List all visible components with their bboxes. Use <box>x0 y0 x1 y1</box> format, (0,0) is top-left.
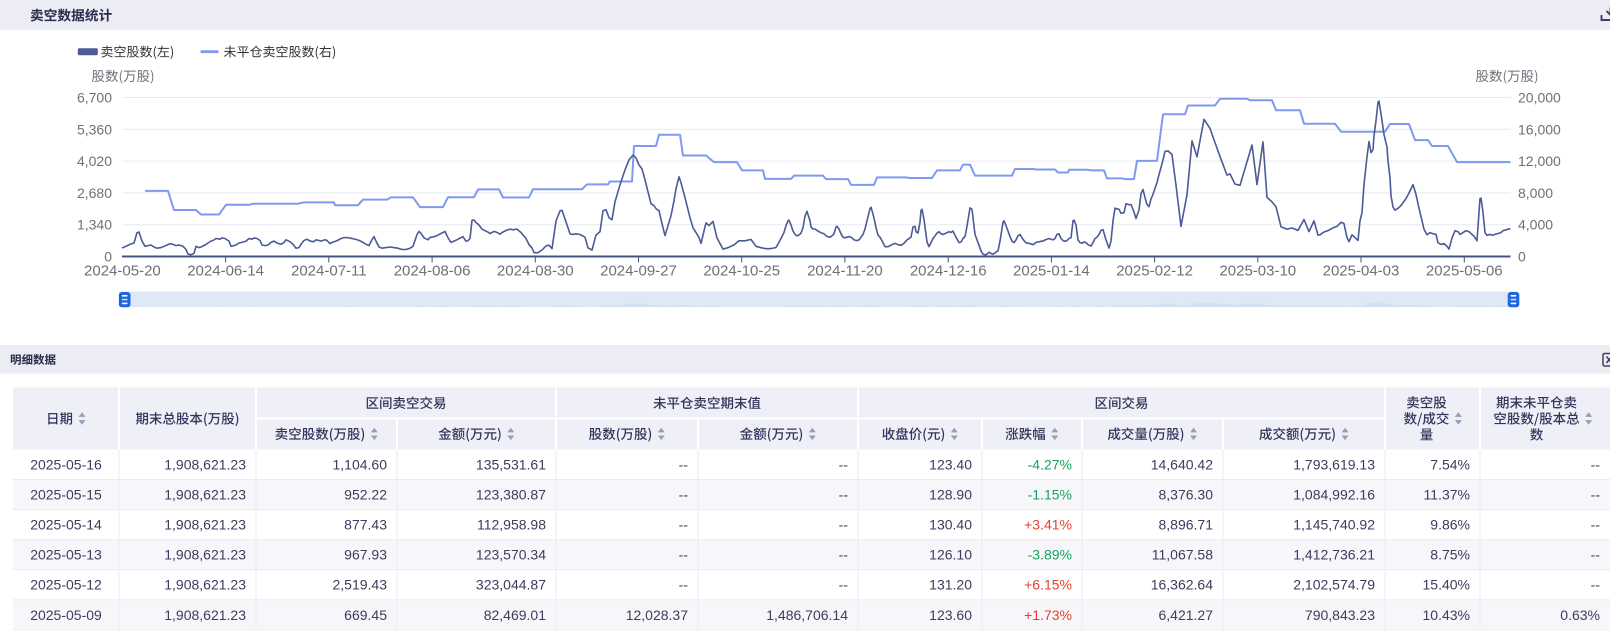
svg-text:9.86%: 9.86% <box>1430 517 1470 533</box>
svg-text:15.40%: 15.40% <box>1423 577 1470 593</box>
svg-text:1,340: 1,340 <box>77 217 112 233</box>
svg-text:1,104.60: 1,104.60 <box>333 456 388 472</box>
svg-text:14,640.42: 14,640.42 <box>1151 456 1213 472</box>
svg-text:20,000: 20,000 <box>1518 90 1561 106</box>
svg-text:0.63%: 0.63% <box>1560 607 1600 623</box>
svg-text:7.54%: 7.54% <box>1430 456 1470 472</box>
svg-text:2025-05-09: 2025-05-09 <box>30 607 102 623</box>
svg-text:1,412,736.21: 1,412,736.21 <box>1293 547 1375 563</box>
svg-text:2025-01-14: 2025-01-14 <box>1013 263 1090 280</box>
svg-text:--: -- <box>839 487 849 503</box>
svg-text:2024-11-20: 2024-11-20 <box>807 263 883 280</box>
svg-text:2025-05-15: 2025-05-15 <box>30 487 102 503</box>
svg-text:--: -- <box>679 547 689 563</box>
svg-text:8.75%: 8.75% <box>1430 547 1470 563</box>
svg-text:1,084,992.16: 1,084,992.16 <box>1293 487 1375 503</box>
svg-text:2024-05-20: 2024-05-20 <box>84 263 161 280</box>
svg-text:+1.73%: +1.73% <box>1024 607 1072 623</box>
svg-text:--: -- <box>839 577 849 593</box>
svg-text:877.43: 877.43 <box>344 517 387 533</box>
svg-text:--: -- <box>1591 547 1601 563</box>
svg-text:1,908,621.23: 1,908,621.23 <box>164 547 246 563</box>
svg-text:0: 0 <box>1518 249 1526 265</box>
svg-text:131.20: 131.20 <box>929 577 972 593</box>
svg-text:5,360: 5,360 <box>77 121 112 137</box>
svg-text:1,793,619.13: 1,793,619.13 <box>1293 456 1375 472</box>
svg-text:--: -- <box>1591 456 1601 472</box>
svg-text:952.22: 952.22 <box>344 487 387 503</box>
svg-text:135,531.61: 135,531.61 <box>476 456 546 472</box>
svg-text:2024-09-27: 2024-09-27 <box>600 263 677 280</box>
svg-text:2,680: 2,680 <box>77 185 112 201</box>
svg-text:130.40: 130.40 <box>929 517 972 533</box>
svg-text:123.40: 123.40 <box>929 456 972 472</box>
svg-text:2,102,574.79: 2,102,574.79 <box>1293 577 1375 593</box>
svg-text:10.43%: 10.43% <box>1423 607 1470 623</box>
svg-text:123,570.34: 123,570.34 <box>476 547 546 563</box>
svg-text:--: -- <box>679 577 689 593</box>
svg-text:--: -- <box>1591 517 1601 533</box>
svg-text:126.10: 126.10 <box>929 547 972 563</box>
svg-text:2024-06-14: 2024-06-14 <box>187 263 264 280</box>
svg-text:967.93: 967.93 <box>344 547 387 563</box>
svg-text:790,843.23: 790,843.23 <box>1305 607 1375 623</box>
svg-text:2025-04-03: 2025-04-03 <box>1323 263 1400 280</box>
svg-text:82,469.01: 82,469.01 <box>484 607 546 623</box>
svg-text:2025-05-16: 2025-05-16 <box>30 456 102 472</box>
svg-text:6,700: 6,700 <box>77 90 112 106</box>
svg-text:2025-05-14: 2025-05-14 <box>30 517 102 533</box>
svg-text:2025-02-12: 2025-02-12 <box>1116 263 1193 280</box>
svg-text:323,044.87: 323,044.87 <box>476 577 546 593</box>
svg-text:2024-07-11: 2024-07-11 <box>291 263 367 280</box>
svg-text:4,020: 4,020 <box>77 153 112 169</box>
svg-text:--: -- <box>839 547 849 563</box>
svg-text:--: -- <box>679 456 689 472</box>
svg-text:2025-05-12: 2025-05-12 <box>30 577 102 593</box>
svg-text:-3.89%: -3.89% <box>1028 547 1072 563</box>
svg-text:2024-08-30: 2024-08-30 <box>497 263 574 280</box>
svg-text:2024-12-16: 2024-12-16 <box>910 263 987 280</box>
svg-text:12,000: 12,000 <box>1518 153 1561 169</box>
svg-text:1,908,621.23: 1,908,621.23 <box>164 577 246 593</box>
svg-text:2024-08-06: 2024-08-06 <box>394 263 471 280</box>
svg-text:+3.41%: +3.41% <box>1024 517 1072 533</box>
svg-text:--: -- <box>839 517 849 533</box>
svg-text:6,421.27: 6,421.27 <box>1159 607 1214 623</box>
svg-text:4,000: 4,000 <box>1518 217 1553 233</box>
svg-text:--: -- <box>679 487 689 503</box>
svg-text:-1.15%: -1.15% <box>1028 487 1072 503</box>
svg-text:16,000: 16,000 <box>1518 121 1561 137</box>
svg-text:--: -- <box>839 456 849 472</box>
svg-text:--: -- <box>679 517 689 533</box>
svg-text:123,380.87: 123,380.87 <box>476 487 546 503</box>
svg-text:11.37%: 11.37% <box>1424 487 1470 503</box>
svg-text:2,519.43: 2,519.43 <box>333 577 388 593</box>
svg-text:2025-03-10: 2025-03-10 <box>1219 263 1296 280</box>
svg-text:123.60: 123.60 <box>929 607 972 623</box>
svg-text:1,908,621.23: 1,908,621.23 <box>164 517 246 533</box>
svg-text:-4.27%: -4.27% <box>1028 456 1072 472</box>
svg-text:2025-05-06: 2025-05-06 <box>1426 263 1503 280</box>
svg-text:669.45: 669.45 <box>344 607 387 623</box>
svg-text:1,908,621.23: 1,908,621.23 <box>164 456 246 472</box>
svg-text:1,908,621.23: 1,908,621.23 <box>164 607 246 623</box>
svg-text:128.90: 128.90 <box>929 487 972 503</box>
svg-text:8,896.71: 8,896.71 <box>1159 517 1214 533</box>
svg-text:12,028.37: 12,028.37 <box>626 607 688 623</box>
svg-text:16,362.64: 16,362.64 <box>1151 577 1213 593</box>
svg-text:8,000: 8,000 <box>1518 185 1553 201</box>
svg-text:11,067.58: 11,067.58 <box>1152 547 1213 563</box>
svg-text:--: -- <box>1591 577 1601 593</box>
svg-text:2025-05-13: 2025-05-13 <box>30 547 102 563</box>
svg-text:1,145,740.92: 1,145,740.92 <box>1293 517 1375 533</box>
svg-text:+6.15%: +6.15% <box>1024 577 1072 593</box>
svg-text:2024-10-25: 2024-10-25 <box>703 263 780 280</box>
svg-text:1,908,621.23: 1,908,621.23 <box>164 487 246 503</box>
svg-text:--: -- <box>1591 487 1601 503</box>
svg-text:8,376.30: 8,376.30 <box>1159 487 1214 503</box>
svg-text:1,486,706.14: 1,486,706.14 <box>766 607 848 623</box>
svg-text:112,958.98: 112,958.98 <box>477 517 546 533</box>
